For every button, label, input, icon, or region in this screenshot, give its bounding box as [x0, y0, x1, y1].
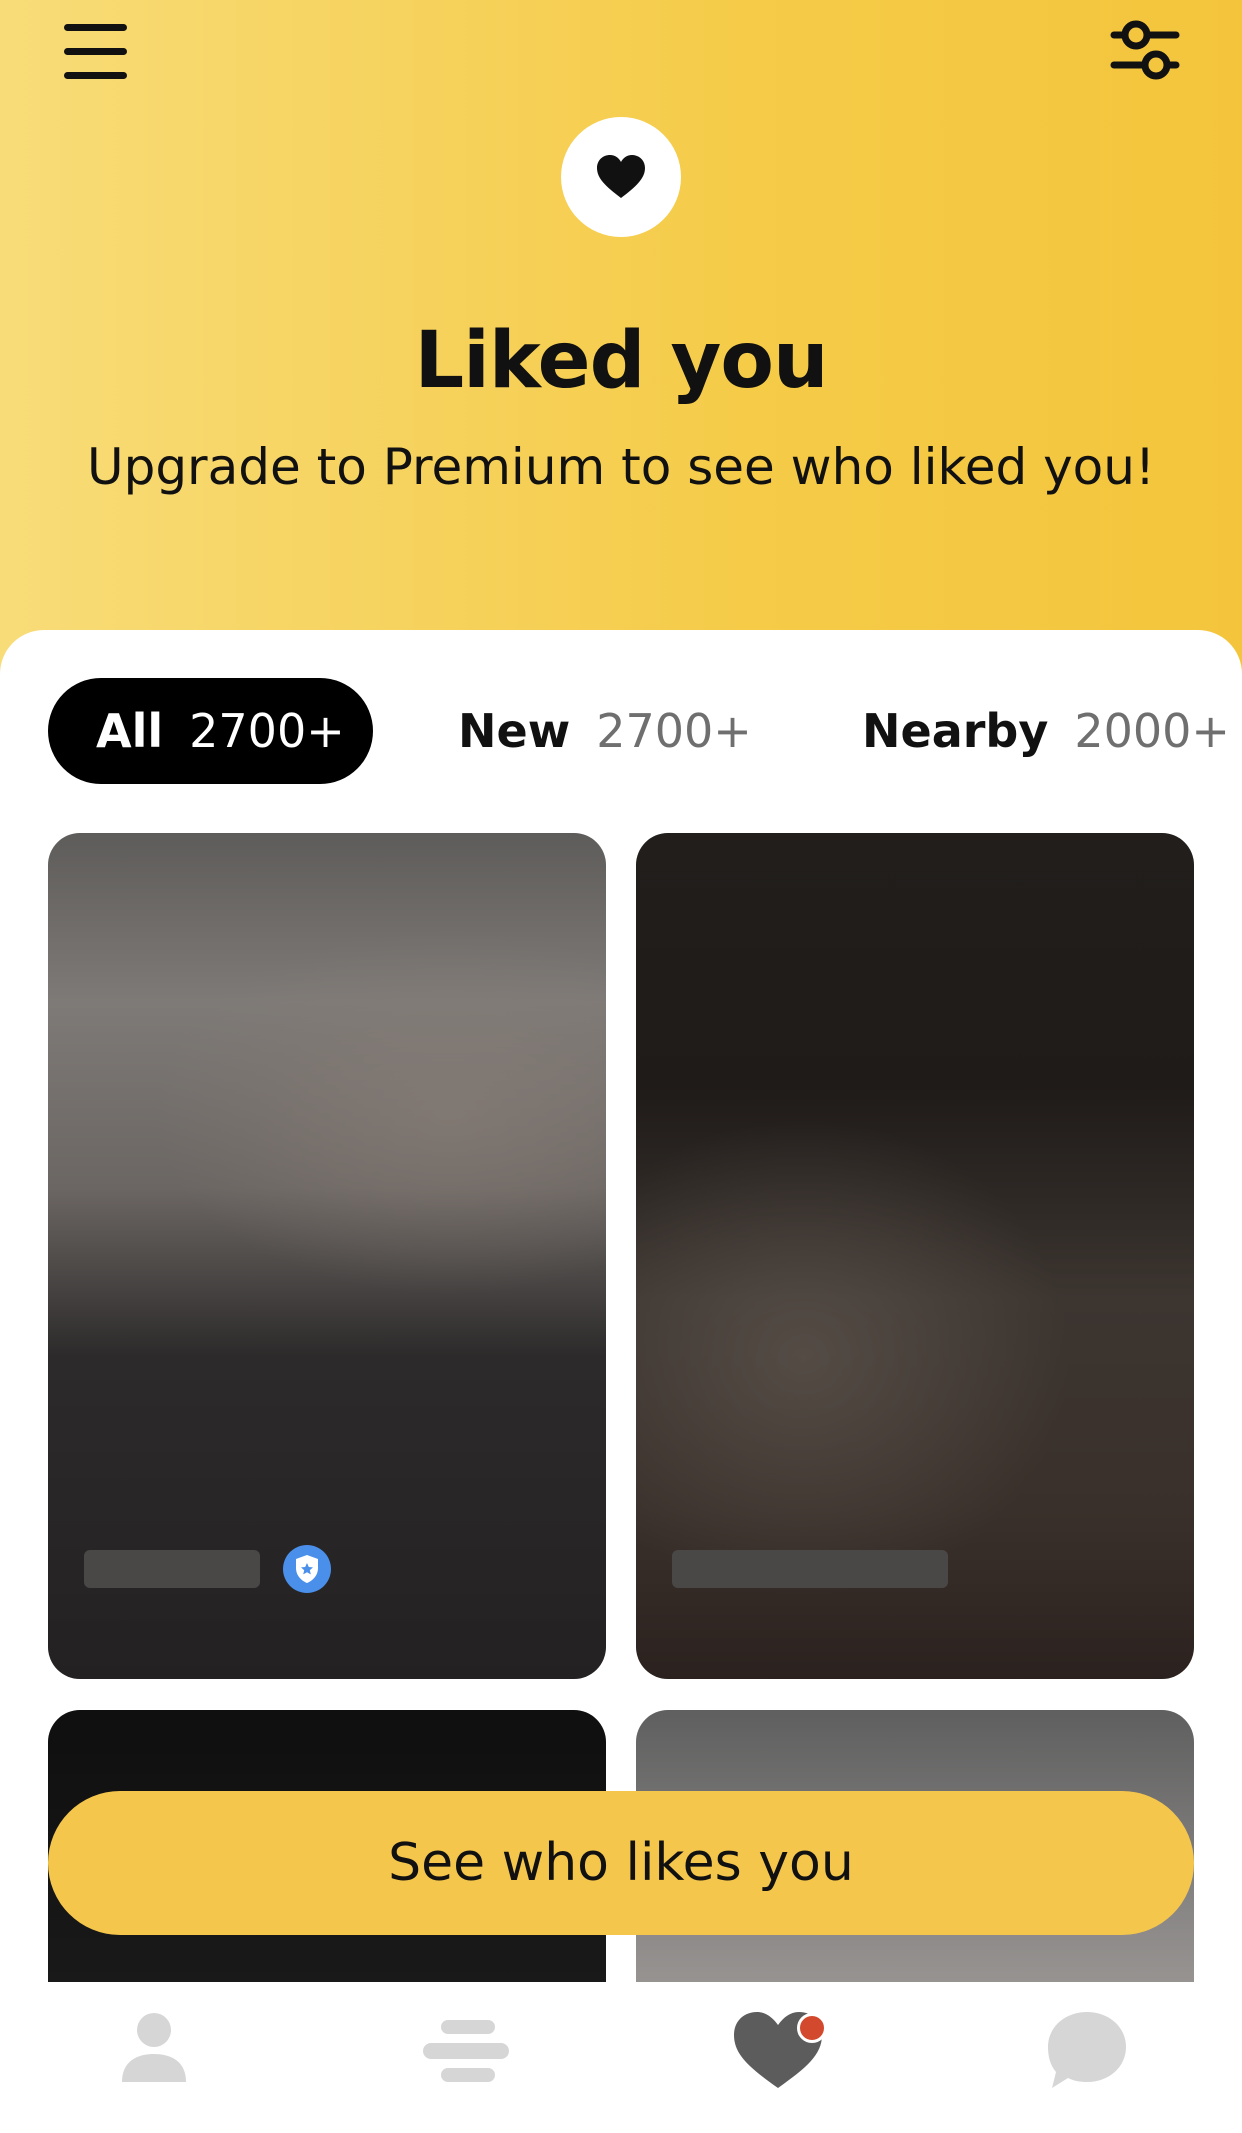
hidden-name-placeholder — [84, 1550, 260, 1588]
nav-chats[interactable] — [1046, 2010, 1128, 2096]
nav-discover[interactable] — [423, 2010, 509, 2094]
verified-shield-icon — [296, 1555, 318, 1583]
menu-icon-line — [64, 24, 127, 31]
tab-nearby[interactable]: Nearby 2000+ — [862, 678, 1230, 784]
nav-profile[interactable] — [120, 2010, 188, 2090]
notification-dot — [797, 2013, 827, 2043]
menu-icon-line — [64, 72, 127, 79]
tab-label: Nearby — [862, 704, 1049, 758]
chat-bubble-icon — [1048, 2012, 1126, 2088]
tab-all[interactable]: All 2700+ — [48, 678, 373, 784]
menu-button[interactable] — [64, 24, 128, 80]
filter-button[interactable] — [1110, 18, 1180, 84]
tab-new[interactable]: New 2700+ — [458, 678, 752, 784]
sliders-filter-icon — [1110, 20, 1180, 80]
tab-count: 2700+ — [596, 704, 752, 758]
heart-icon — [597, 155, 645, 198]
tab-count: 2000+ — [1074, 704, 1230, 758]
see-who-likes-you-button[interactable]: See who likes you — [48, 1791, 1194, 1935]
hidden-name-placeholder — [672, 1550, 948, 1588]
profile-icon — [122, 2013, 186, 2082]
page-subtitle: Upgrade to Premium to see who liked you! — [86, 438, 1156, 496]
discover-stack-icon — [423, 2020, 509, 2082]
tab-label: New — [458, 704, 571, 758]
menu-icon-line — [64, 48, 127, 55]
page-title: Liked you — [414, 316, 828, 406]
profile-card[interactable] — [48, 833, 606, 1679]
tab-label: All — [96, 704, 164, 758]
tab-count: 2700+ — [189, 704, 345, 758]
liked-you-badge — [561, 117, 681, 237]
profile-card[interactable] — [636, 833, 1194, 1679]
verified-badge — [283, 1545, 331, 1593]
